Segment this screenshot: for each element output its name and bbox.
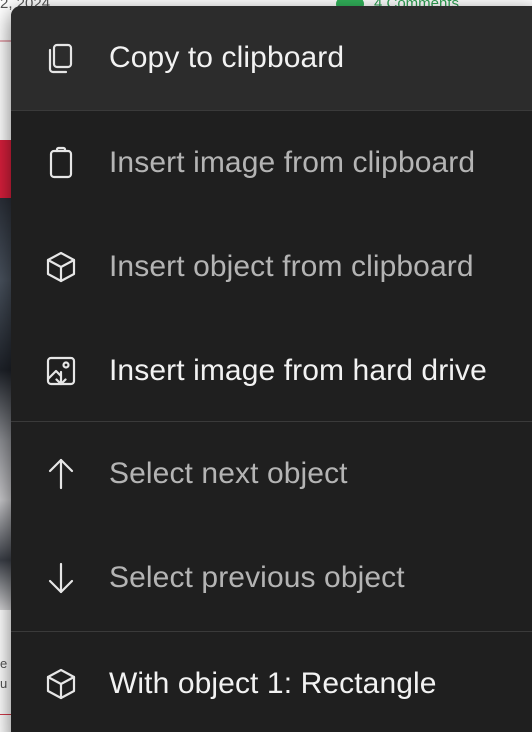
background-side-letter-u: u — [0, 676, 8, 691]
menu-item-label: With object 1: Rectangle — [109, 667, 437, 700]
background-side-letter-e: e — [0, 656, 8, 671]
context-menu: Copy to clipboard Insert image from clip… — [11, 6, 532, 732]
menu-item-label: Select next object — [109, 457, 348, 490]
menu-item-label: Select previous object — [109, 561, 405, 594]
menu-item-label: Insert image from clipboard — [109, 146, 476, 179]
menu-item-insert-object-from-clipboard[interactable]: Insert object from clipboard — [11, 215, 532, 319]
menu-item-insert-image-from-hard-drive[interactable]: Insert image from hard drive — [11, 319, 532, 423]
menu-item-copy-to-clipboard[interactable]: Copy to clipboard — [11, 6, 532, 110]
menu-item-insert-image-from-clipboard[interactable]: Insert image from clipboard — [11, 111, 532, 215]
menu-item-with-object-1-rectangle[interactable]: With object 1: Rectangle — [11, 632, 532, 732]
image-download-icon — [41, 351, 81, 391]
menu-item-label: Insert image from hard drive — [109, 354, 487, 387]
arrow-down-icon — [41, 558, 81, 598]
cube-icon — [41, 247, 81, 287]
menu-item-select-previous-object[interactable]: Select previous object — [11, 526, 532, 630]
screen: 2, 2024 4 Comments e u Copy to clipboard — [0, 0, 532, 732]
background-side-text: e u — [0, 654, 7, 694]
menu-item-select-next-object[interactable]: Select next object — [11, 422, 532, 526]
arrow-up-icon — [41, 454, 81, 494]
copy-icon — [41, 38, 81, 78]
menu-item-label: Insert object from clipboard — [109, 250, 474, 283]
clipboard-icon — [41, 143, 81, 183]
menu-item-label: Copy to clipboard — [109, 41, 345, 74]
cube-icon — [41, 664, 81, 704]
